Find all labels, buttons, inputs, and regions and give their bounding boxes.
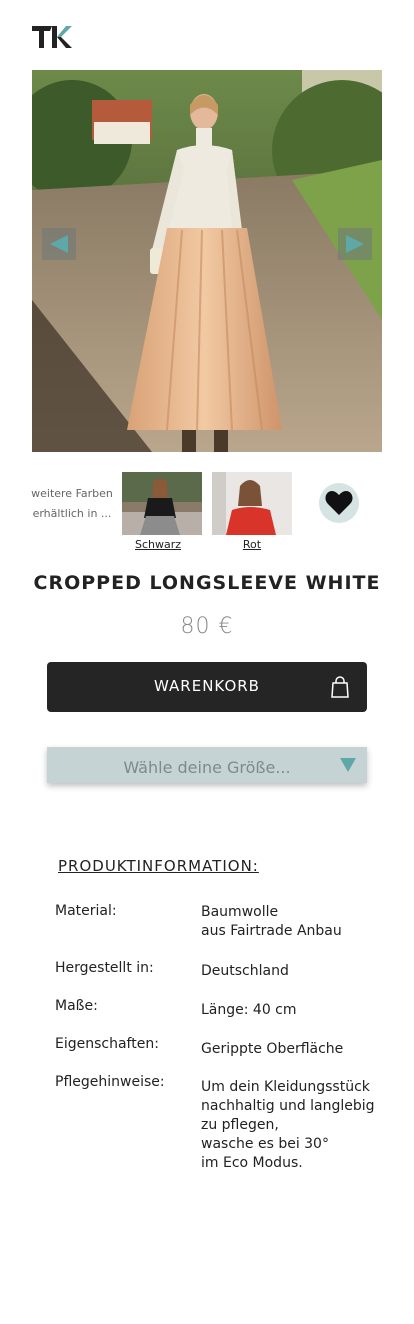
spec-value-properties: Gerippte Oberfläche: [201, 1041, 344, 1057]
size-select-placeholder: Wähle deine Größe...: [123, 758, 291, 777]
gallery-prev-button[interactable]: [42, 228, 76, 260]
chevron-left-icon: [50, 235, 68, 253]
product-title: CROPPED LONGSLEEVE WHITE: [33, 572, 381, 594]
heart-icon: [325, 491, 353, 515]
cart-button-label: WARENKORB: [154, 677, 260, 695]
size-select[interactable]: Wähle deine Größe...: [47, 747, 367, 783]
chevron-right-icon: [346, 235, 364, 253]
product-price: 80 €: [180, 614, 234, 639]
spec-key-care: Pflegehinweise:: [55, 1074, 165, 1090]
color-option-schwarz[interactable]: Schwarz: [118, 538, 198, 551]
spec-value-dimensions: Länge: 40 cm: [201, 1002, 297, 1018]
caret-down-icon: [340, 758, 356, 772]
spec-value-care: Um dein Kleidungsstück nachhaltig und la…: [201, 1079, 375, 1171]
shopping-bag-icon: [331, 676, 349, 698]
spec-key-dimensions: Maße:: [55, 998, 98, 1014]
product-image: [32, 70, 382, 452]
more-colors-text: weitere Farben erhältlich in ...: [31, 487, 113, 520]
spec-key-origin: Hergestellt in:: [55, 960, 154, 976]
color-option-rot[interactable]: Rot: [212, 538, 292, 551]
gallery-next-button[interactable]: [338, 228, 372, 260]
product-info-heading: PRODUKTINFORMATION:: [58, 857, 259, 875]
wishlist-button[interactable]: [319, 483, 359, 523]
add-to-cart-button[interactable]: WARENKORB: [47, 662, 367, 712]
color-swatch-schwarz[interactable]: [122, 472, 202, 535]
spec-key-material: Material:: [55, 903, 117, 919]
spec-value-material: Baumwolle aus Fairtrade Anbau: [201, 904, 342, 939]
color-swatch-rot[interactable]: [212, 472, 292, 535]
spec-key-properties: Eigenschaften:: [55, 1036, 159, 1052]
spec-value-origin: Deutschland: [201, 963, 289, 979]
brand-logo[interactable]: [32, 24, 72, 50]
